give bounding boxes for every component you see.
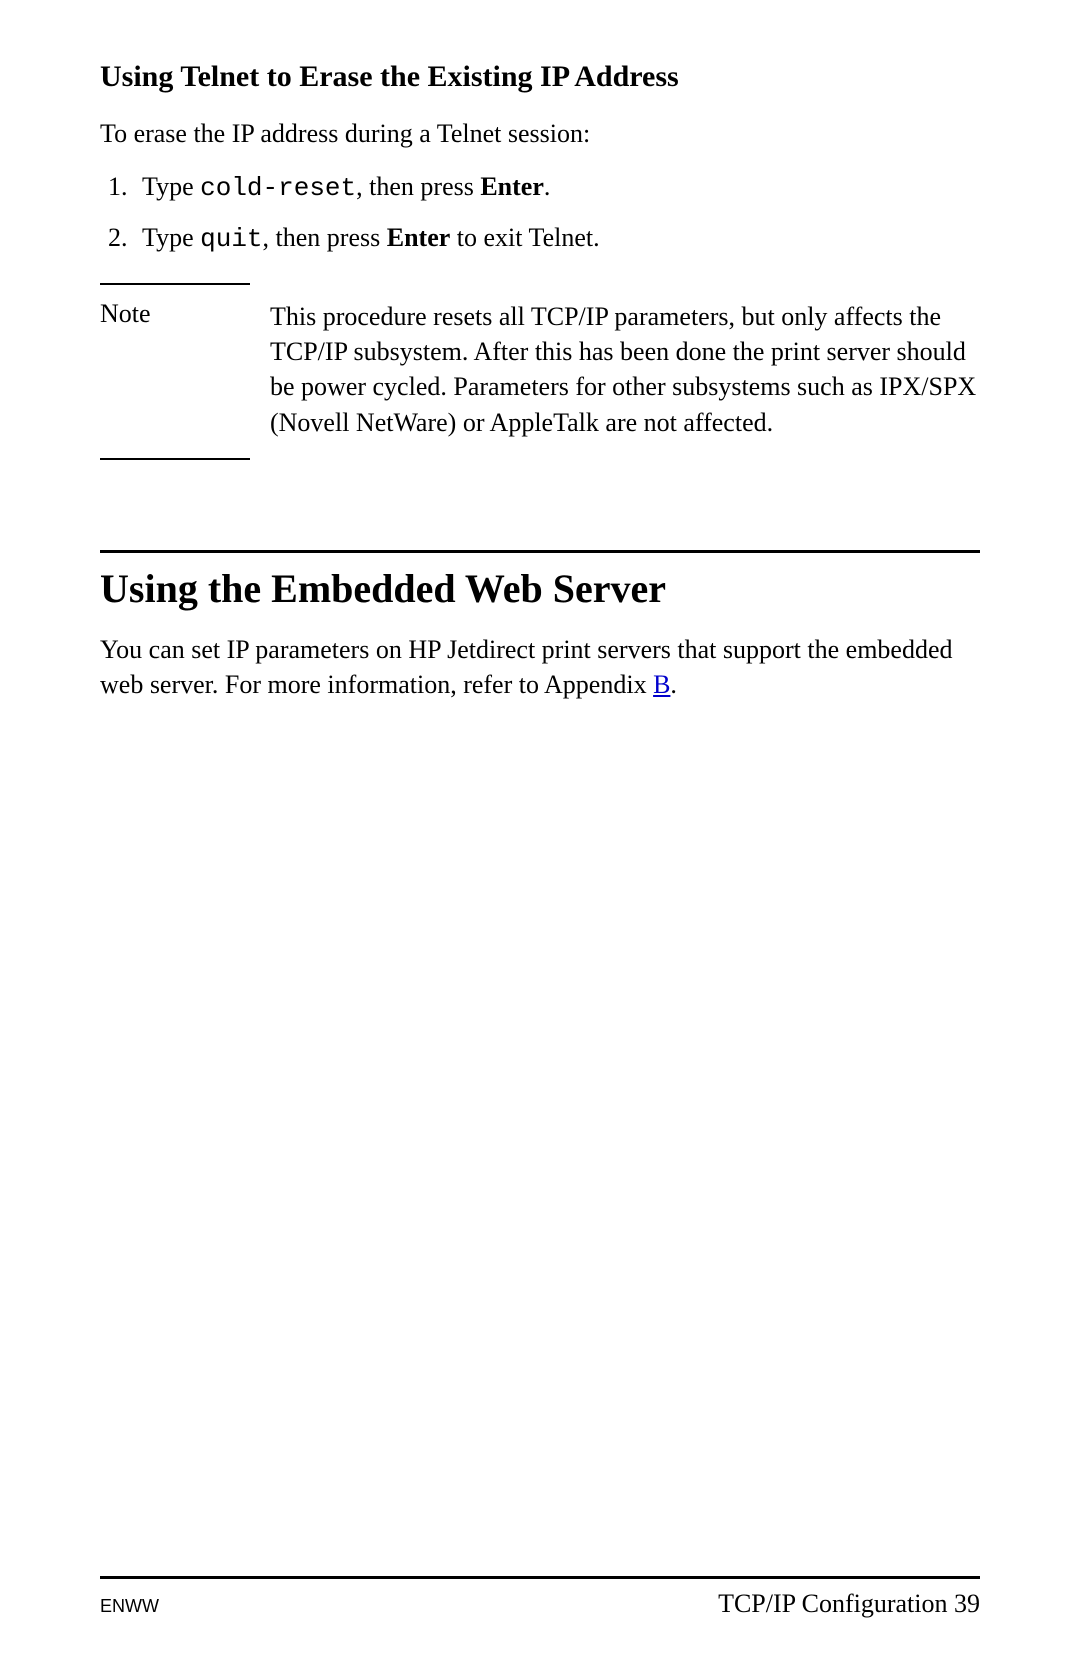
step-item: Type quit, then press Enter to exit Teln… [134, 220, 980, 257]
paragraph-text: You can set IP parameters on HP Jetdirec… [100, 635, 953, 699]
step-text: . [544, 172, 551, 201]
body-paragraph: You can set IP parameters on HP Jetdirec… [100, 632, 980, 702]
note-block: Note This procedure resets all TCP/IP pa… [100, 283, 980, 459]
step-item: Type cold-reset, then press Enter. [134, 169, 980, 206]
footer-chapter-title: TCP/IP Configuration [718, 1589, 954, 1618]
note-rule-bottom [100, 458, 250, 460]
step-text: , then press [356, 172, 480, 201]
bold-key: Enter [480, 172, 544, 201]
note-rule-top [100, 283, 250, 285]
appendix-link[interactable]: B [653, 670, 670, 699]
intro-paragraph: To erase the IP address during a Telnet … [100, 116, 980, 151]
note-text: This procedure resets all TCP/IP paramet… [270, 299, 980, 439]
footer-left-marker: ENWW [100, 1596, 159, 1617]
section-heading-embedded-web-server: Using the Embedded Web Server [100, 565, 980, 612]
footer-rule [100, 1576, 980, 1579]
footer-page-number: 39 [954, 1589, 980, 1618]
step-text: Type [142, 223, 200, 252]
steps-list: Type cold-reset, then press Enter. Type … [100, 169, 980, 257]
major-section-rule [100, 550, 980, 553]
code-text: quit [200, 224, 262, 254]
step-text: Type [142, 172, 200, 201]
step-text: , then press [263, 223, 387, 252]
footer-right-label: TCP/IP Configuration 39 [718, 1589, 980, 1619]
section-heading-telnet-erase: Using Telnet to Erase the Existing IP Ad… [100, 60, 980, 94]
code-text: cold-reset [200, 173, 356, 203]
paragraph-text: . [670, 670, 677, 699]
note-label: Note [100, 299, 270, 329]
step-text: to exit Telnet. [450, 223, 599, 252]
bold-key: Enter [387, 223, 451, 252]
page-footer: ENWW TCP/IP Configuration 39 [100, 1576, 980, 1619]
